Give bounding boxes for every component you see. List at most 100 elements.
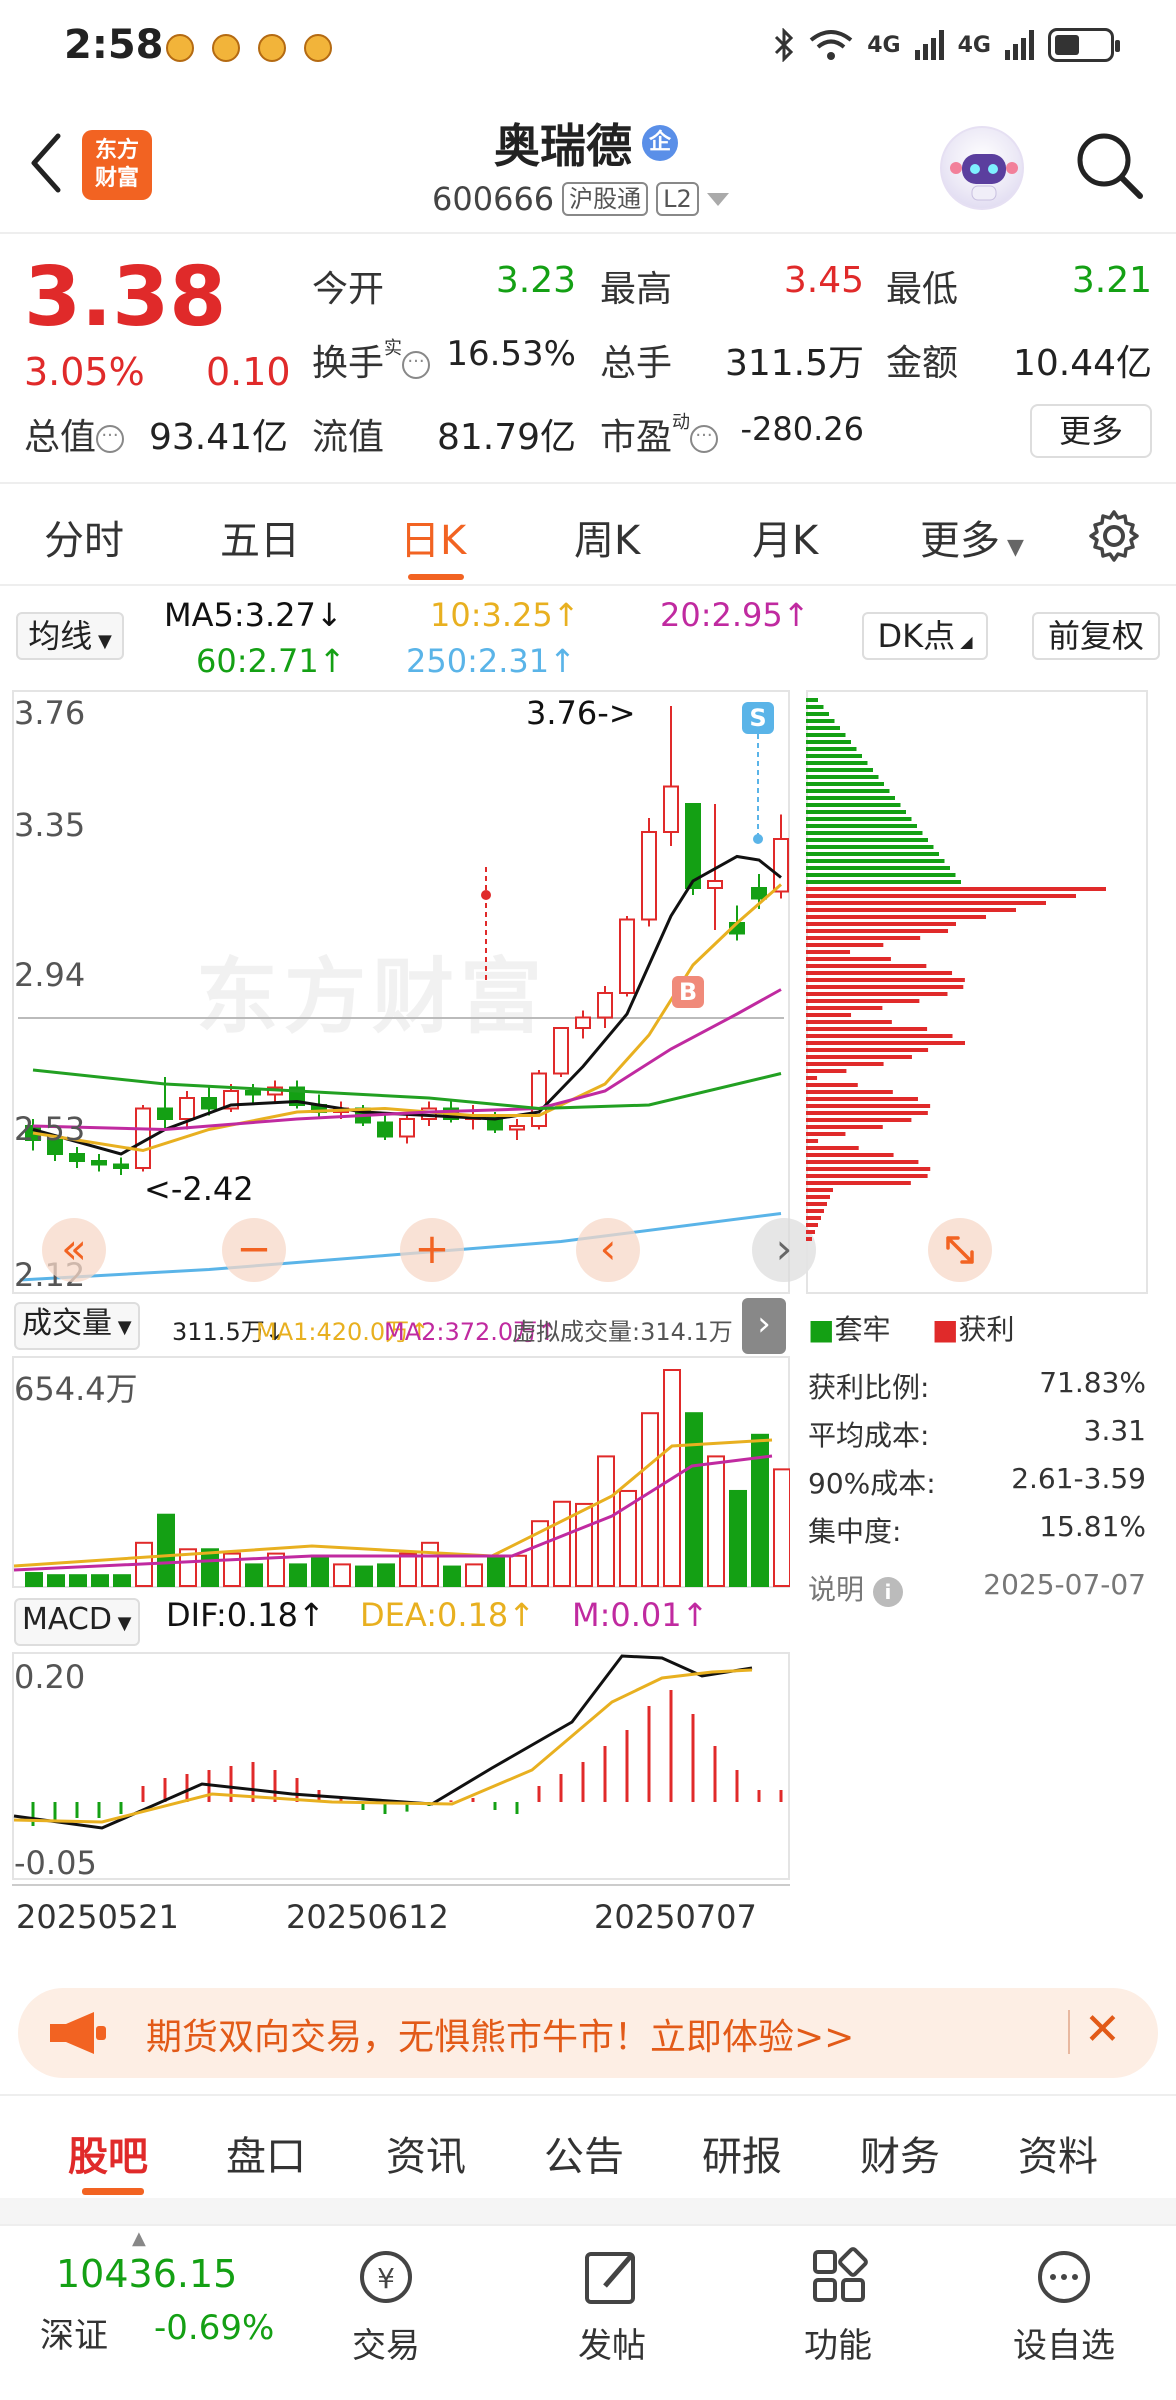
chip-bar [806,726,840,730]
nav-add-watchlist[interactable]: 设自选 [984,2246,1144,2367]
y-tick: 3.35 [14,806,86,844]
settings-gear-icon[interactable] [1086,508,1142,564]
stock-code-line[interactable]: 600666 沪股通 L2 [432,180,729,218]
mcap-label: 总值 ··· [24,408,125,460]
tab-order-book[interactable]: 盘口 [226,2124,306,2182]
chip-bar [806,943,884,947]
volume-bar [157,1513,175,1587]
chip-bar [806,817,912,821]
rewind-button[interactable]: « [42,1218,106,1282]
nav-functions[interactable]: 功能 [758,2246,918,2367]
futures-ad-banner[interactable]: 期货双向交易，无惧熊市牛市！立即体验>> ✕ [18,1988,1158,2078]
expand-right-button[interactable]: › [742,1298,786,1354]
tab-more[interactable]: 更多 ▼ [920,508,1024,566]
info-dots-icon[interactable]: ··· [402,351,431,379]
high-value: 3.45 [783,260,864,301]
candle-body [509,1125,525,1131]
low-value: 3.21 [1071,260,1152,301]
candle-body [69,1153,85,1162]
more-quote-button[interactable]: 更多 [1030,404,1152,458]
info-dots-icon[interactable]: ··· [96,425,125,453]
zoom-out-button[interactable]: − [222,1218,286,1282]
tab-research[interactable]: 研报 [702,2124,782,2182]
chip-bar [806,1167,931,1171]
tab-news[interactable]: 资讯 [386,2124,466,2182]
close-icon[interactable]: ✕ [1084,2004,1121,2055]
volume-bar [575,1502,593,1587]
date-axis [12,1884,790,1896]
chip-bar [806,1174,928,1178]
candle-body [157,1107,173,1120]
tab-monthly-k[interactable]: 月K [752,508,818,566]
chip-bar [806,810,906,814]
search-icon[interactable] [1072,128,1146,202]
low-marker: <-2.42 [144,1170,254,1208]
chip-bar [806,894,1076,898]
chip-bar [806,740,851,744]
status-bar: 2:58 4G 4G [0,0,1176,96]
profit-ratio-value: 71.83% [1039,1366,1146,1399]
chip-bar [806,957,891,961]
dk-point-button[interactable]: DK点 ◢ [862,612,988,660]
ma-select[interactable]: 均线 ▼ [16,612,124,660]
tab-forum[interactable]: 股吧 [68,2124,148,2182]
chip-bar [806,705,824,709]
chip-bar [806,1076,818,1080]
adjust-button[interactable]: 前复权 [1032,612,1160,660]
tab-five-day[interactable]: 五日 [220,508,300,566]
tab-announcements[interactable]: 公告 [544,2124,624,2182]
tab-daily-k[interactable]: 日K [400,508,466,566]
chip-bar [806,775,879,779]
zoom-in-button[interactable]: + [400,1218,464,1282]
macd-plot [13,1654,783,1830]
tab-weekly-k[interactable]: 周K [574,508,640,566]
previous-button[interactable]: ‹ [576,1218,640,1282]
chip-bar [806,1216,821,1220]
macd-dea: DEA:0.18↑ [360,1596,536,1634]
chip-bar [806,845,934,849]
chip-bar [806,1062,884,1066]
chip-bar [806,1090,893,1094]
volume-bar [47,1574,65,1587]
buy-signal-marker[interactable]: B [672,976,704,1008]
chip-bar [806,880,961,884]
chip-bar [806,1125,883,1129]
level-tag: L2 [656,182,699,216]
chip-bar [806,1020,892,1024]
nav-trade[interactable]: ¥ 交易 [306,2246,466,2367]
nav-post[interactable]: 发帖 [532,2246,692,2367]
info-dots-icon[interactable]: ··· [690,425,719,453]
volume-select[interactable]: 成交量 ▼ [14,1302,140,1350]
candle-body [179,1097,195,1120]
ai-robot-avatar[interactable] [940,126,1024,210]
change-amount: 0.10 [206,350,291,394]
tab-intraday[interactable]: 分时 [44,508,124,566]
cost-90-label: 90%成本: [808,1467,936,1500]
status-time: 2:58 [64,22,164,68]
chip-bar [806,1083,858,1087]
open-label: 今开 [312,269,385,310]
function-icon [813,2247,868,2302]
current-price: 3.38 [24,250,227,345]
chip-bar [806,712,829,716]
expand-button[interactable] [928,1218,992,1282]
enterprise-badge: 企 [642,125,678,161]
tab-profile[interactable]: 资料 [1018,2124,1098,2182]
tab-financials[interactable]: 财务 [860,2124,940,2182]
candle-body [201,1097,217,1110]
chip-bar [806,754,862,758]
macd-select[interactable]: MACD ▼ [14,1598,140,1646]
candle-body [685,803,701,889]
ma20-label: 20:2.95↑ [660,596,810,634]
candle-body [245,1090,261,1096]
sell-signal-marker[interactable]: S [742,702,774,734]
volume-bar [685,1412,703,1588]
stock-name: 奥瑞德 [494,119,632,173]
chip-note[interactable]: 说明 i [808,1568,903,1608]
chip-bar [806,929,949,933]
back-arrow-icon[interactable] [28,132,64,194]
bottom-nav: ▲ 10436.15 深证 -0.69% ¥ 交易 发帖 功能 设自选 [0,2224,1176,2400]
turnover-label: 换手实··· [312,334,431,386]
content-tabs: 股吧 盘口 资讯 公告 研报 财务 资料 [0,2094,1176,2198]
index-ticker[interactable]: ▲ 10436.15 深证 -0.69% [0,2226,300,2400]
